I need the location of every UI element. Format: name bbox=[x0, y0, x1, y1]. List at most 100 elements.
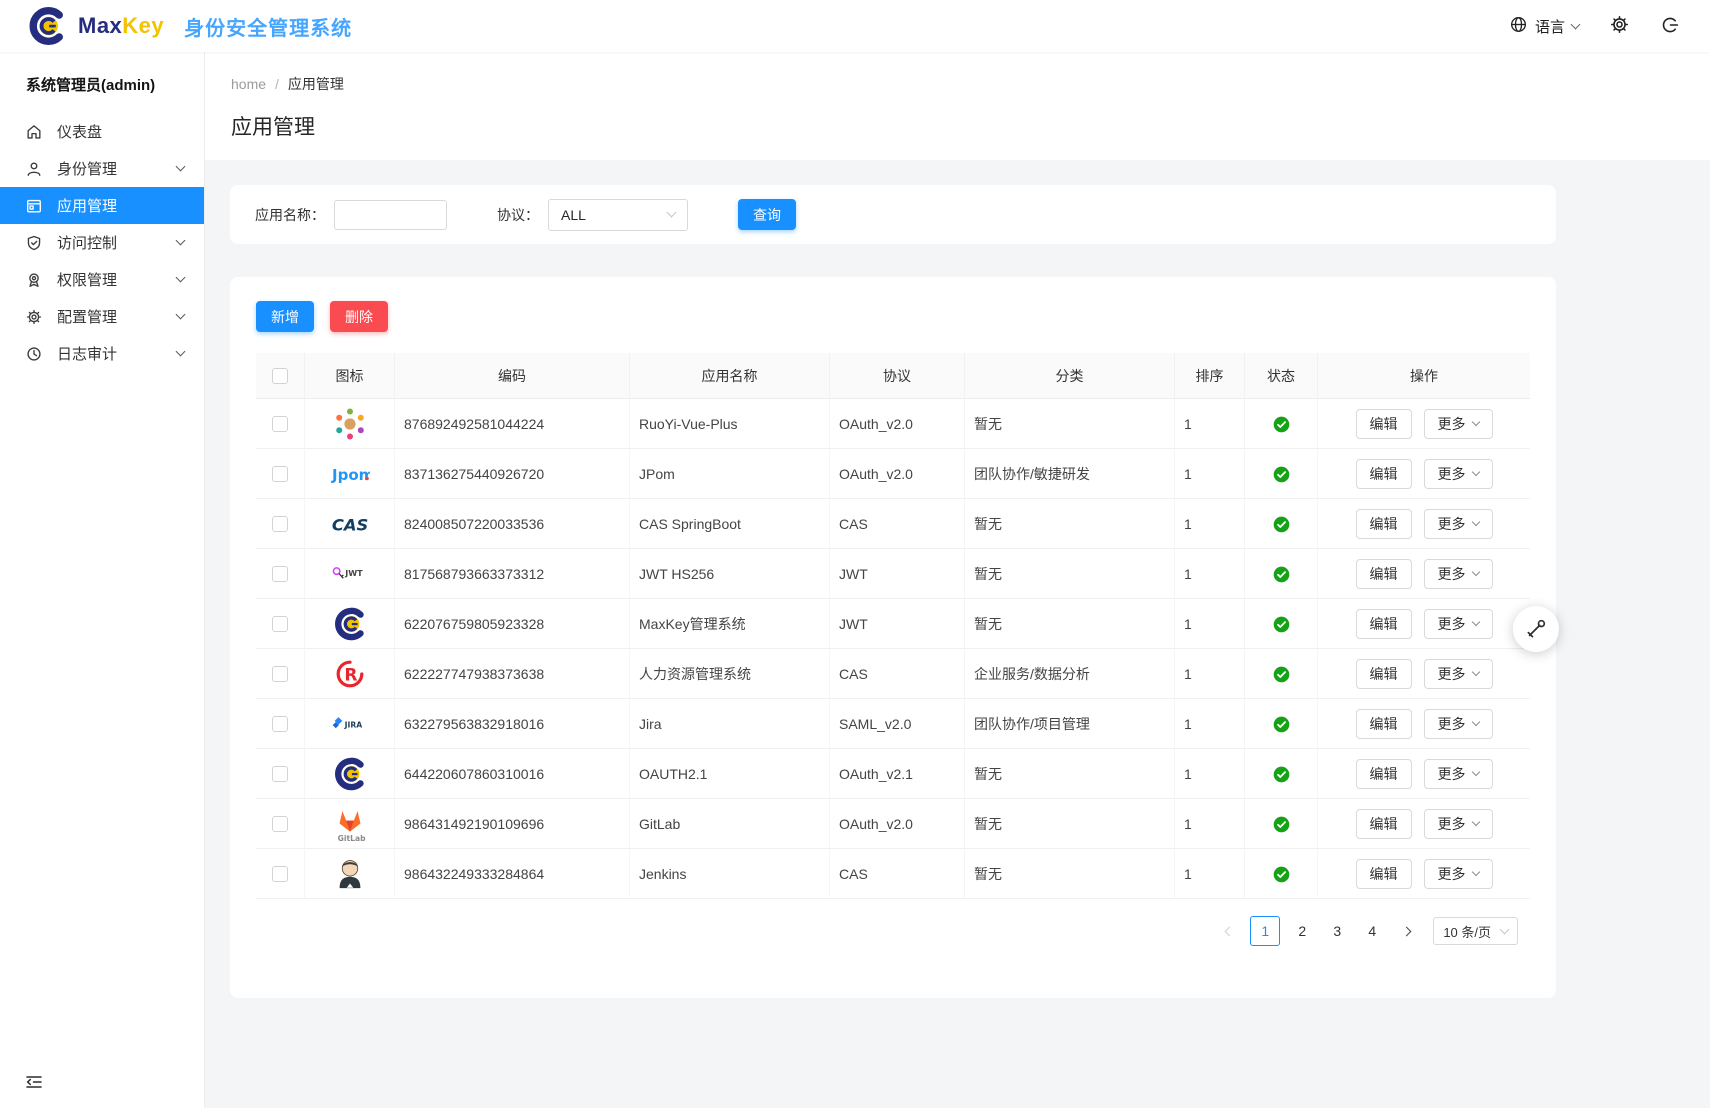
column-header: 协议 bbox=[830, 353, 965, 399]
status-enabled-icon bbox=[1273, 616, 1290, 633]
page-button-1[interactable]: 1 bbox=[1250, 916, 1280, 946]
chevron-down-icon bbox=[1471, 718, 1479, 726]
sidebar-item-identity[interactable]: 身份管理 bbox=[0, 150, 204, 187]
svg-text:JWT: JWT bbox=[344, 568, 363, 578]
badge-icon bbox=[25, 271, 43, 289]
jwt-app-icon: JWT bbox=[330, 554, 370, 594]
app-code: 837136275440926720 bbox=[395, 449, 630, 499]
row-checkbox[interactable] bbox=[272, 666, 288, 682]
sidebar-item-config[interactable]: 配置管理 bbox=[0, 298, 204, 335]
chevron-down-icon bbox=[1471, 768, 1479, 776]
app-name-label: 应用名称： bbox=[255, 205, 325, 225]
table-row: 622076759805923328MaxKey管理系统JWT暂无1编辑更多 bbox=[256, 599, 1530, 649]
more-button[interactable]: 更多 bbox=[1424, 559, 1493, 589]
chevron-down-icon bbox=[176, 273, 186, 283]
page-button-3[interactable]: 3 bbox=[1324, 917, 1350, 945]
more-button[interactable]: 更多 bbox=[1424, 709, 1493, 739]
row-checkbox[interactable] bbox=[272, 766, 288, 782]
more-button[interactable]: 更多 bbox=[1424, 809, 1493, 839]
edit-button[interactable]: 编辑 bbox=[1356, 459, 1412, 489]
select-all-checkbox[interactable] bbox=[272, 368, 288, 384]
app-status bbox=[1245, 449, 1318, 499]
jpom-app-icon: Jpom bbox=[330, 454, 370, 494]
language-switcher[interactable]: 语言 bbox=[1509, 15, 1579, 38]
edit-button[interactable]: 编辑 bbox=[1356, 759, 1412, 789]
user-icon bbox=[25, 160, 43, 178]
page-button-4[interactable]: 4 bbox=[1359, 917, 1385, 945]
collapse-sidebar-button[interactable] bbox=[24, 1072, 44, 1092]
delete-button[interactable]: 删除 bbox=[330, 301, 388, 332]
sidebar-item-access[interactable]: 访问控制 bbox=[0, 224, 204, 261]
app-category: 团队协作/敏捷研发 bbox=[965, 449, 1175, 499]
more-button[interactable]: 更多 bbox=[1424, 609, 1493, 639]
page-title: 应用管理 bbox=[231, 111, 1684, 141]
menu-fold-icon bbox=[24, 1072, 44, 1092]
clock-icon bbox=[25, 345, 43, 363]
chevron-down-icon bbox=[1471, 518, 1479, 526]
edit-button[interactable]: 编辑 bbox=[1356, 859, 1412, 889]
table-row: R622227747938373638人力资源管理系统CAS企业服务/数据分析1… bbox=[256, 649, 1530, 699]
shield-check-icon bbox=[25, 234, 43, 252]
edit-button[interactable]: 编辑 bbox=[1356, 609, 1412, 639]
app-name: CAS SpringBoot bbox=[630, 499, 830, 549]
table-row: 644220607860310016OAUTH2.1OAuth_v2.1暂无1编… bbox=[256, 749, 1530, 799]
svg-text:JIRA: JIRA bbox=[343, 720, 362, 729]
maxkey-app-icon bbox=[330, 604, 370, 644]
protocol-select[interactable]: ALL bbox=[548, 199, 688, 231]
table-row: Jpom837136275440926720JPomOAuth_v2.0团队协作… bbox=[256, 449, 1530, 499]
more-button[interactable]: 更多 bbox=[1424, 459, 1493, 489]
row-checkbox[interactable] bbox=[272, 716, 288, 732]
breadcrumb-home-link[interactable]: home bbox=[231, 76, 266, 92]
sidebar-item-audit[interactable]: 日志审计 bbox=[0, 335, 204, 372]
app-name-input[interactable] bbox=[334, 200, 447, 230]
app-status bbox=[1245, 699, 1318, 749]
chevron-down-icon bbox=[1471, 418, 1479, 426]
gear-icon bbox=[1609, 14, 1630, 38]
edit-button[interactable]: 编辑 bbox=[1356, 409, 1412, 439]
app-protocol: SAML_v2.0 bbox=[830, 699, 965, 749]
more-button[interactable]: 更多 bbox=[1424, 409, 1493, 439]
app-sort: 1 bbox=[1175, 399, 1245, 449]
row-checkbox[interactable] bbox=[272, 616, 288, 632]
chevron-down-icon bbox=[1471, 468, 1479, 476]
sidebar-item-dashboard[interactable]: 仪表盘 bbox=[0, 113, 204, 150]
pagination: 1234 10 条/页 bbox=[256, 916, 1530, 946]
sidebar-item-apps[interactable]: 应用管理 bbox=[0, 187, 204, 224]
row-checkbox[interactable] bbox=[272, 816, 288, 832]
more-button[interactable]: 更多 bbox=[1424, 859, 1493, 889]
page-size-select[interactable]: 10 条/页 bbox=[1433, 917, 1518, 945]
breadcrumb: home / 应用管理 bbox=[231, 74, 1684, 94]
edit-button[interactable]: 编辑 bbox=[1356, 559, 1412, 589]
settings-button[interactable] bbox=[1609, 14, 1630, 38]
search-button[interactable]: 查询 bbox=[738, 199, 796, 230]
sidebar-item-permission[interactable]: 权限管理 bbox=[0, 261, 204, 298]
row-checkbox[interactable] bbox=[272, 466, 288, 482]
edit-button[interactable]: 编辑 bbox=[1356, 509, 1412, 539]
app-protocol: OAuth_v2.1 bbox=[830, 749, 965, 799]
more-button[interactable]: 更多 bbox=[1424, 659, 1493, 689]
more-button[interactable]: 更多 bbox=[1424, 509, 1493, 539]
app-category: 暂无 bbox=[965, 499, 1175, 549]
row-checkbox[interactable] bbox=[272, 416, 288, 432]
apps-table: 图标编码应用名称协议分类排序状态操作 876892492581044224Ruo… bbox=[256, 353, 1530, 899]
app-protocol: JWT bbox=[830, 599, 965, 649]
filter-card: 应用名称： 协议： ALL 查询 bbox=[230, 185, 1556, 244]
add-button[interactable]: 新增 bbox=[256, 301, 314, 332]
floating-tools-button[interactable] bbox=[1513, 606, 1559, 652]
more-button[interactable]: 更多 bbox=[1424, 759, 1493, 789]
edit-button[interactable]: 编辑 bbox=[1356, 809, 1412, 839]
logout-icon bbox=[1660, 15, 1680, 38]
app-name: JPom bbox=[630, 449, 830, 499]
row-checkbox[interactable] bbox=[272, 566, 288, 582]
row-checkbox[interactable] bbox=[272, 866, 288, 882]
app-protocol: OAuth_v2.0 bbox=[830, 799, 965, 849]
logout-button[interactable] bbox=[1660, 15, 1680, 38]
edit-button[interactable]: 编辑 bbox=[1356, 659, 1412, 689]
page-button-2[interactable]: 2 bbox=[1289, 917, 1315, 945]
row-checkbox[interactable] bbox=[272, 516, 288, 532]
edit-button[interactable]: 编辑 bbox=[1356, 709, 1412, 739]
next-page-button[interactable] bbox=[1394, 917, 1418, 945]
app-protocol: CAS bbox=[830, 849, 965, 899]
prev-page-button[interactable] bbox=[1217, 917, 1241, 945]
status-enabled-icon bbox=[1273, 716, 1290, 733]
